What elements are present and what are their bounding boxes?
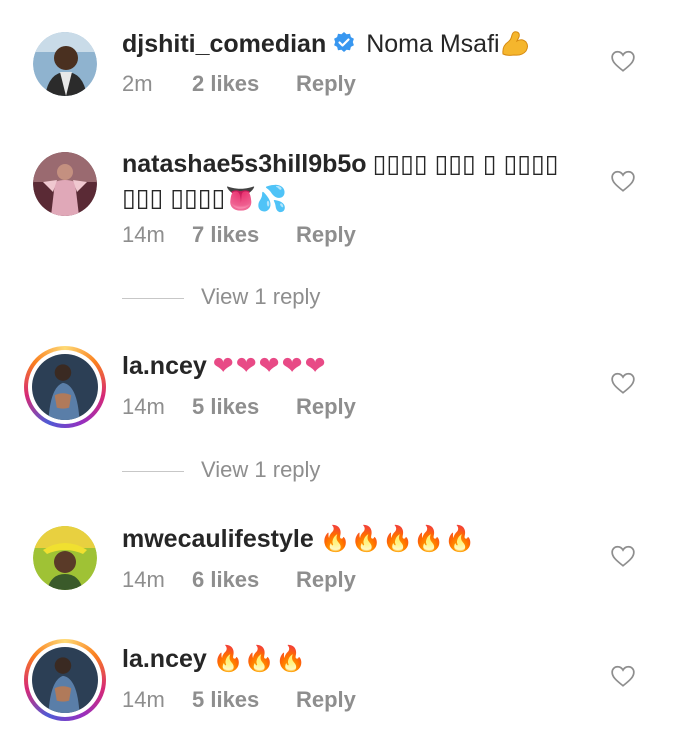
avatar-image bbox=[32, 354, 98, 420]
verified-badge-icon bbox=[334, 32, 355, 52]
avatar[interactable] bbox=[33, 32, 97, 96]
divider-line bbox=[122, 298, 184, 299]
view-replies-label[interactable]: View 1 reply bbox=[201, 284, 320, 310]
comment-meta: 14m 5 likes Reply bbox=[122, 393, 356, 421]
comment-username[interactable]: la.ncey bbox=[122, 645, 207, 673]
comment-time: 2m bbox=[122, 71, 153, 96]
reply-button[interactable]: Reply bbox=[296, 221, 356, 249]
comment-emoji: 👅💦 bbox=[225, 185, 288, 214]
avatar-with-story-ring[interactable] bbox=[24, 639, 106, 721]
comment-text: ❤❤❤❤❤ bbox=[212, 352, 328, 380]
comment-meta: 2m 2 likes Reply bbox=[122, 70, 356, 98]
view-replies-label[interactable]: View 1 reply bbox=[201, 457, 320, 483]
comment-text: 🔥🔥🔥 bbox=[212, 645, 307, 673]
comment-likes[interactable]: 2 likes bbox=[192, 70, 296, 98]
comment-meta: 14m 7 likes Reply bbox=[122, 221, 356, 249]
comment-username[interactable]: djshiti_comedian bbox=[122, 30, 326, 58]
comment-likes[interactable]: 5 likes bbox=[192, 686, 296, 714]
like-heart-icon[interactable] bbox=[610, 168, 636, 194]
comment-likes[interactable]: 7 likes bbox=[192, 221, 296, 249]
comment-time: 14m bbox=[122, 567, 165, 592]
like-heart-icon[interactable] bbox=[610, 663, 636, 689]
divider-line bbox=[122, 471, 184, 472]
avatar-image bbox=[33, 152, 97, 216]
avatar[interactable] bbox=[33, 152, 97, 216]
avatar-image bbox=[33, 32, 97, 96]
comment-likes[interactable]: 6 likes bbox=[192, 566, 296, 594]
reply-button[interactable]: Reply bbox=[296, 393, 356, 421]
comment-meta: 14m 5 likes Reply bbox=[122, 686, 356, 714]
comment-username[interactable]: mwecaulifestyle bbox=[122, 525, 314, 553]
reply-button[interactable]: Reply bbox=[296, 686, 356, 714]
comment-text: Noma Msafi bbox=[366, 30, 500, 58]
comment-meta: 14m 6 likes Reply bbox=[122, 566, 356, 594]
like-heart-icon[interactable] bbox=[610, 370, 636, 396]
like-heart-icon[interactable] bbox=[610, 543, 636, 569]
comment-username[interactable]: natashae5s3hill9b5o bbox=[122, 150, 367, 178]
comment-time: 14m bbox=[122, 687, 165, 712]
comment-time: 14m bbox=[122, 222, 165, 247]
avatar-image bbox=[33, 526, 97, 590]
comment-text: 🔥🔥🔥🔥🔥 bbox=[319, 525, 476, 553]
comment-time: 14m bbox=[122, 394, 165, 419]
flexed-bicep-icon bbox=[501, 31, 528, 56]
comment-username[interactable]: la.ncey bbox=[122, 352, 207, 380]
avatar-with-story-ring[interactable] bbox=[24, 346, 106, 428]
avatar-image bbox=[32, 647, 98, 713]
avatar[interactable] bbox=[33, 526, 97, 590]
comment-likes[interactable]: 5 likes bbox=[192, 393, 296, 421]
reply-button[interactable]: Reply bbox=[296, 566, 356, 594]
reply-button[interactable]: Reply bbox=[296, 70, 356, 98]
like-heart-icon[interactable] bbox=[610, 48, 636, 74]
